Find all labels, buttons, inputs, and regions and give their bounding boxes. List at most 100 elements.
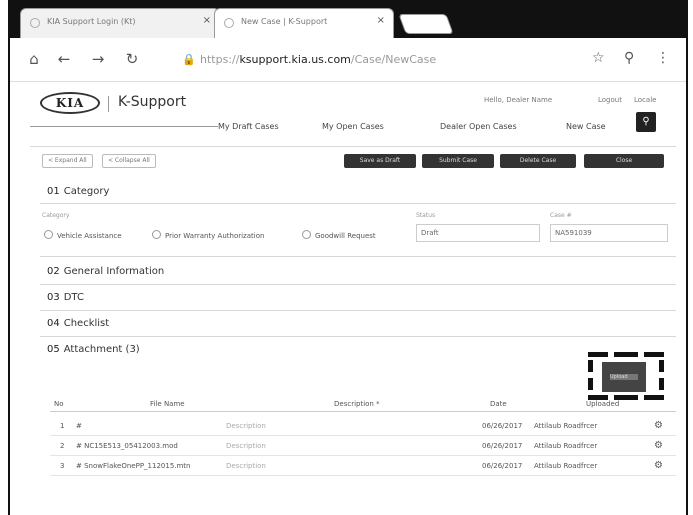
divider (40, 284, 676, 285)
home-icon[interactable]: ⌂ (24, 50, 44, 68)
table-row[interactable]: 1 # Description 06/26/2017 Attilaub Road… (50, 418, 676, 436)
section-number: 04 (47, 318, 60, 329)
status-label: Status (416, 212, 436, 219)
close-tab-icon[interactable]: × (203, 15, 211, 26)
table-row[interactable]: 3 # SnowFlakeOnePP_112015.mtn Descriptio… (50, 458, 676, 476)
radio-prior-warranty-authorization[interactable]: Prior Warranty Authorization (152, 230, 264, 240)
close-tab-icon[interactable]: × (377, 15, 385, 26)
logo-divider (108, 96, 109, 112)
row-uploader: Attilaub Roadfrcer (534, 442, 598, 450)
section-number: 02 (47, 266, 60, 277)
table-header: No File Name Description * Date Uploaded (50, 396, 676, 412)
file-link[interactable]: # SnowFlakeOnePP_112015.mtn (76, 462, 191, 470)
url-host: ksupport.kia.us.com (239, 53, 351, 66)
locale-link[interactable]: Locale (634, 96, 656, 104)
description-input[interactable]: Description (226, 422, 266, 430)
section-number: 01 (47, 186, 60, 197)
divider (40, 203, 676, 204)
menu-kebab-icon[interactable]: ⋮ (656, 50, 670, 66)
favicon-icon (30, 18, 40, 28)
user-greeting: Hello, Dealer Name (484, 96, 553, 104)
section-title: Category (63, 186, 110, 197)
status-field[interactable]: Draft (416, 224, 540, 242)
file-link[interactable]: # NC15E513_05412003.mod (76, 442, 178, 450)
browser-tab-newcase[interactable]: New Case | K-Support × (214, 8, 394, 38)
row-uploader: Attilaub Roadfrcer (534, 422, 598, 430)
url-prefix: https:// (200, 53, 240, 66)
upload-button[interactable]: Upload (602, 362, 646, 392)
section-number: 03 (47, 292, 60, 303)
favicon-icon (224, 18, 234, 28)
section-title: Attachment (3) (63, 344, 140, 355)
kia-logo[interactable]: KIA (40, 92, 100, 114)
section-attachment-header[interactable]: 05 Attachment (3) (47, 344, 140, 355)
browser-tab-login[interactable]: KIA Support Login (Kt) × (20, 8, 220, 38)
file-link[interactable]: # (76, 422, 82, 430)
radio-vehicle-assistance[interactable]: Vehicle Assistance (44, 230, 122, 240)
new-tab-button[interactable] (398, 14, 454, 34)
col-no: No (54, 400, 64, 408)
divider (30, 146, 676, 147)
table-row[interactable]: 2 # NC15E513_05412003.mod Description 06… (50, 438, 676, 456)
lock-icon: 🔒 (182, 53, 196, 66)
section-category-header[interactable]: 01 Category (47, 186, 109, 197)
extension-icon[interactable]: ⚲ (624, 50, 634, 66)
description-input[interactable]: Description (226, 462, 266, 470)
row-number: 2 (60, 442, 65, 450)
section-title: Checklist (63, 318, 110, 329)
section-number: 05 (47, 344, 60, 355)
action-bar: < Expand All < Collapse All Save as Draf… (38, 151, 672, 173)
divider (40, 256, 676, 257)
divider (40, 336, 676, 337)
close-button[interactable]: Close (584, 154, 664, 168)
section-title: General Information (63, 266, 165, 277)
col-description: Description * (334, 400, 380, 408)
menu-my-open-cases[interactable]: My Open Cases (322, 122, 384, 131)
reload-icon[interactable]: ↻ (122, 50, 142, 68)
save-draft-button[interactable]: Save as Draft (344, 154, 416, 168)
col-uploaded: Uploaded (586, 400, 620, 408)
col-file-name: File Name (150, 400, 185, 408)
row-uploader: Attilaub Roadfrcer (534, 462, 598, 470)
site-header: KIA K-Support Hello, Dealer Name Logout … (10, 82, 686, 138)
url-path: /Case/NewCase (350, 53, 437, 66)
tab-strip: KIA Support Login (Kt) × New Case | K-Su… (10, 0, 686, 38)
menu-new-case[interactable]: New Case (566, 122, 606, 131)
delete-gear-icon[interactable]: ⚙ (654, 460, 663, 471)
row-date: 06/26/2017 (482, 462, 523, 470)
section-checklist-header[interactable]: 04 Checklist (47, 318, 109, 329)
upload-label: Upload (610, 374, 638, 380)
site-title: K-Support (118, 94, 187, 110)
search-icon: ⚲ (642, 116, 650, 127)
row-number: 3 (60, 462, 65, 470)
row-date: 06/26/2017 (482, 422, 523, 430)
forward-arrow-icon[interactable]: → (88, 50, 108, 68)
case-number-label: Case # (550, 212, 572, 219)
address-bar[interactable]: 🔒 https://ksupport.kia.us.com/Case/NewCa… (178, 48, 538, 72)
expand-all-button[interactable]: < Expand All (42, 154, 93, 168)
bookmark-star-icon[interactable]: ☆ (592, 50, 605, 66)
collapse-all-button[interactable]: < Collapse All (102, 154, 156, 168)
search-button[interactable]: ⚲ (636, 112, 656, 132)
browser-window: KIA Support Login (Kt) × New Case | K-Su… (8, 0, 688, 515)
tab-title: New Case | K-Support (241, 17, 328, 26)
category-label: Category (42, 212, 70, 219)
back-arrow-icon[interactable]: ← (54, 50, 74, 68)
submit-case-button[interactable]: Submit Case (422, 154, 494, 168)
description-input[interactable]: Description (226, 442, 266, 450)
logout-link[interactable]: Logout (598, 96, 622, 104)
section-dtc-header[interactable]: 03 DTC (47, 292, 84, 303)
radio-goodwill-request[interactable]: Goodwill Request (302, 230, 376, 240)
delete-gear-icon[interactable]: ⚙ (654, 440, 663, 451)
logo-underline (30, 126, 218, 127)
delete-case-button[interactable]: Delete Case (500, 154, 576, 168)
case-number-field[interactable]: NA591039 (550, 224, 668, 242)
col-date: Date (490, 400, 507, 408)
section-general-information-header[interactable]: 02 General Information (47, 266, 164, 277)
browser-toolbar: ⌂ ← → ↻ 🔒 https://ksupport.kia.us.com/Ca… (10, 38, 686, 82)
delete-gear-icon[interactable]: ⚙ (654, 420, 663, 431)
section-title: DTC (63, 292, 84, 303)
divider (40, 310, 676, 311)
menu-my-draft-cases[interactable]: My Draft Cases (218, 122, 279, 131)
menu-dealer-open-cases[interactable]: Dealer Open Cases (440, 122, 517, 131)
